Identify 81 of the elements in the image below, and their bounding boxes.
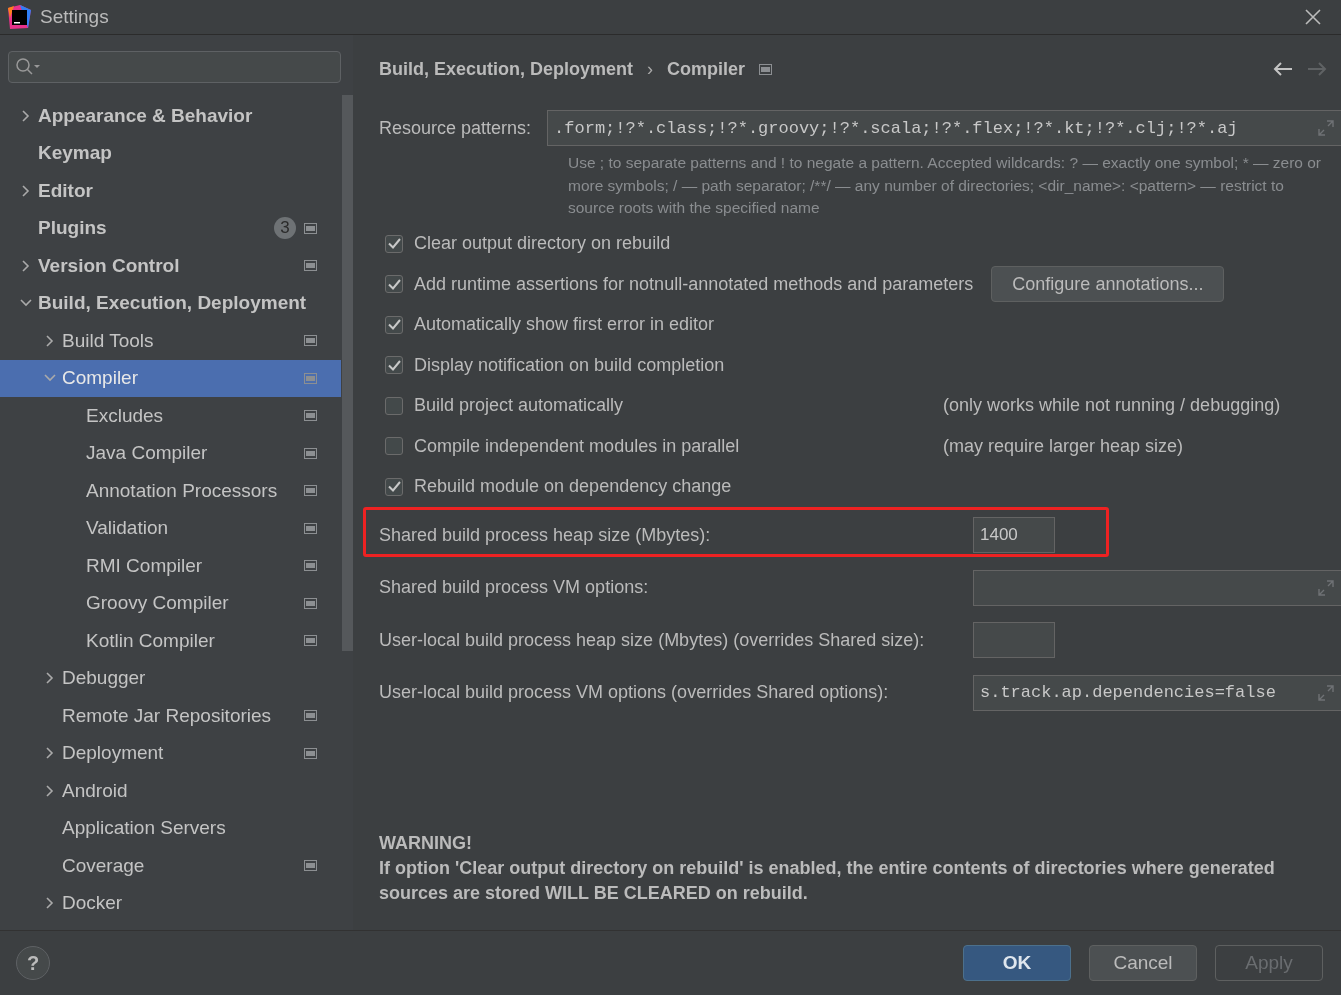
- field-label: User-local build process VM options (overrides Shared options):: [379, 682, 889, 703]
- tree-item[interactable]: Coverage: [0, 847, 341, 885]
- tree-item[interactable]: Build, Execution, Deployment: [0, 284, 341, 322]
- checkbox-label[interactable]: Automatically show first error in editor: [414, 314, 715, 336]
- tree-item[interactable]: Plugins 3: [0, 209, 341, 247]
- chevron-right-icon: [22, 184, 30, 197]
- tree-item[interactable]: Keymap: [0, 134, 341, 172]
- breadcrumb-item: Build, Execution, Deployment: [379, 58, 634, 80]
- checkbox-label[interactable]: Build project automatically: [414, 395, 624, 417]
- tree-item[interactable]: Compiler: [0, 359, 341, 397]
- tree-item[interactable]: Debugger: [0, 659, 341, 697]
- chevron-right-icon: [46, 747, 54, 760]
- note-text: (may require larger heap size): [943, 435, 1184, 457]
- chevron-right-icon: [46, 897, 54, 910]
- expand-icon[interactable]: [1317, 683, 1335, 702]
- field-label: Resource patterns:: [379, 117, 532, 139]
- tree-item[interactable]: Deployment: [0, 734, 341, 772]
- checkbox[interactable]: [385, 356, 403, 375]
- checkbox[interactable]: [385, 234, 403, 253]
- window-title: Settings: [40, 6, 110, 28]
- search-field[interactable]: [8, 51, 341, 83]
- forward-arrow-icon[interactable]: [1307, 62, 1327, 76]
- tree-item[interactable]: Build Tools: [0, 322, 341, 360]
- checkbox[interactable]: [385, 396, 403, 415]
- field-label: Shared build process VM options:: [379, 577, 649, 598]
- expand-icon[interactable]: [1317, 119, 1335, 137]
- configure-button[interactable]: Configure annotations...: [991, 266, 1225, 303]
- tree-item[interactable]: Docker: [0, 884, 341, 922]
- scrollbar[interactable]: [342, 95, 353, 651]
- field-label: Shared build process heap size (Mbytes):: [379, 524, 711, 545]
- text-field[interactable]: s.track.ap.dependencies=false: [973, 674, 1341, 711]
- checkbox-label[interactable]: Display notification on build completion: [414, 354, 725, 376]
- tree-item[interactable]: Version Control: [0, 247, 341, 285]
- number-field[interactable]: 1400: [973, 517, 1055, 554]
- close-icon[interactable]: [1305, 9, 1321, 25]
- chevron-right-icon: [46, 784, 54, 797]
- chevron-right-icon: [22, 259, 30, 272]
- field-label: User-local build process heap size (Mbytes) (overrides Shared size):: [379, 629, 925, 650]
- warning-text: If option 'Clear output directory on rebuild' is enabled, the entire contents of directories where generated sources are stored WILL BE CLEARED on rebuild.: [379, 857, 1276, 905]
- tree-item[interactable]: Application Servers: [0, 809, 341, 847]
- tree-item[interactable]: Excludes: [0, 397, 341, 435]
- tree-item[interactable]: Groovy Compiler: [0, 584, 341, 622]
- dialog-button[interactable]: Cancel: [1089, 945, 1197, 981]
- tree-item[interactable]: Annotation Processors: [0, 472, 341, 510]
- checkbox[interactable]: [385, 477, 403, 496]
- tree-item[interactable]: Appearance & Behavior: [0, 97, 341, 135]
- breadcrumb-item: Compiler: [667, 58, 746, 80]
- chevron-down-icon: [44, 374, 56, 383]
- back-arrow-icon[interactable]: [1273, 62, 1293, 76]
- tree-item[interactable]: Validation: [0, 509, 341, 547]
- checkbox-label[interactable]: Clear output directory on rebuild: [414, 233, 671, 255]
- dialog-button[interactable]: OK: [963, 945, 1071, 981]
- number-field[interactable]: [973, 622, 1055, 659]
- tree-item[interactable]: Java Compiler: [0, 434, 341, 472]
- count-badge: 3: [274, 217, 296, 240]
- tree-item[interactable]: Remote Jar Repositories: [0, 697, 341, 735]
- page-icon: [759, 63, 773, 75]
- note-text: (only works while not running / debugging): [943, 395, 1281, 417]
- search-icon: [15, 57, 41, 77]
- chevron-right-icon: [46, 334, 54, 347]
- app-logo-icon: [6, 4, 32, 30]
- hint-text: Use ; to separate patterns and ! to negate a pattern. Accepted wildcards: ? — exactly one symbol; * — zero or more symbols; / — path separator; /**/ — any number of directories; <dir_name>: <pattern> — restrict to source roots with the specified name: [568, 153, 1322, 218]
- text-field[interactable]: [973, 569, 1341, 606]
- tree-item[interactable]: Kotlin Compiler: [0, 622, 341, 660]
- checkbox-label[interactable]: Rebuild module on dependency change: [414, 476, 732, 498]
- checkbox[interactable]: [385, 275, 403, 294]
- checkbox-label[interactable]: Add runtime assertions for notnull-annotated methods and parameters: [414, 273, 974, 295]
- expand-icon[interactable]: [1317, 578, 1335, 597]
- tree-item[interactable]: Editor: [0, 172, 341, 210]
- help-button[interactable]: ?: [16, 946, 50, 980]
- tree-item[interactable]: RMI Compiler: [0, 547, 341, 585]
- breadcrumb-separator: ›: [647, 58, 654, 80]
- checkbox[interactable]: [385, 315, 403, 334]
- checkbox-label[interactable]: Compile independent modules in parallel: [414, 435, 740, 457]
- tree-item[interactable]: Android: [0, 772, 341, 810]
- chevron-right-icon: [46, 672, 54, 685]
- chevron-down-icon: [20, 299, 32, 308]
- resource-patterns-field[interactable]: .form;!?*.class;!?*.groovy;!?*.scala;!?*.flex;!?*.kt;!?*.clj;!?*.aj: [547, 110, 1341, 146]
- warning-title: WARNING!: [379, 832, 473, 855]
- chevron-right-icon: [22, 109, 30, 122]
- checkbox[interactable]: [385, 437, 403, 456]
